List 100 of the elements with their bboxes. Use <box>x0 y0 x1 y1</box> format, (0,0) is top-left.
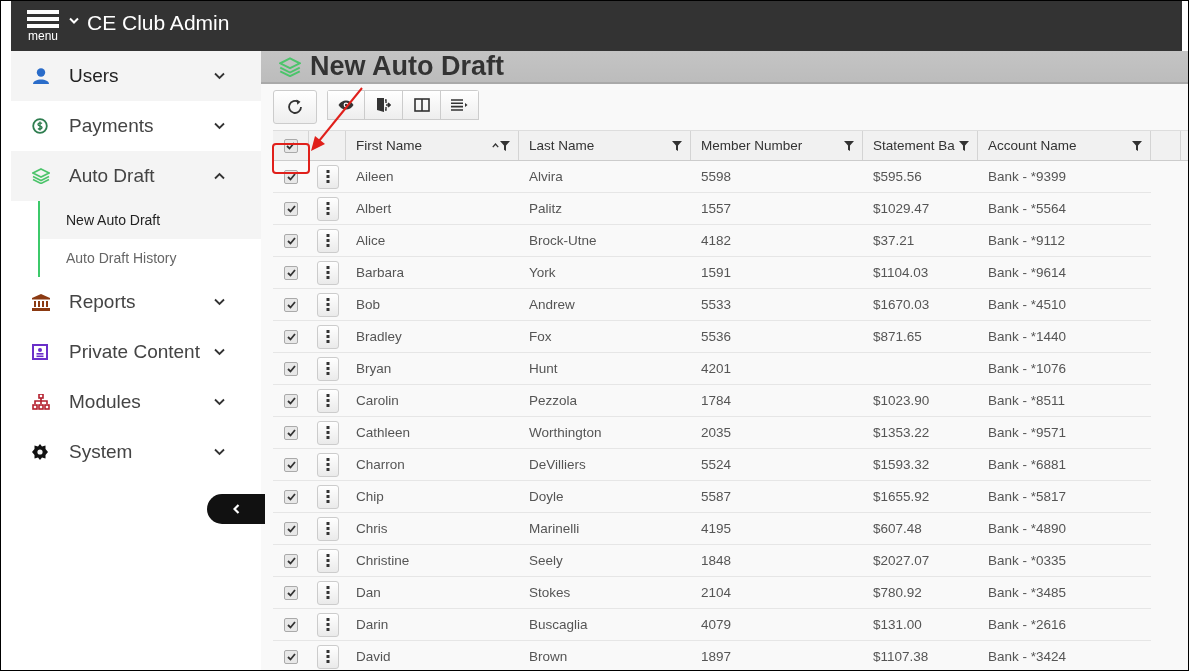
row-menu-button[interactable] <box>316 420 339 445</box>
table-cell: 1591 <box>701 265 732 280</box>
column-header[interactable]: Member Number <box>691 131 863 160</box>
table-cell: Barbara <box>356 265 405 280</box>
menu-button[interactable]: menu <box>25 10 61 42</box>
row-checkbox[interactable] <box>284 201 298 216</box>
sidebar-subitem[interactable]: New Auto Draft <box>40 201 261 239</box>
kebab-icon <box>325 234 330 247</box>
kebab-icon <box>325 426 330 439</box>
filter-icon <box>1132 140 1142 151</box>
row-checkbox[interactable] <box>284 297 298 312</box>
kebab-icon <box>325 170 330 183</box>
sidebar-item[interactable]: Private Content <box>11 327 261 377</box>
table-cell: 1784 <box>701 393 732 408</box>
row-menu-button[interactable] <box>316 612 339 637</box>
sidebar-item[interactable]: Payments <box>11 101 261 151</box>
sitemap-icon <box>32 394 50 410</box>
table-cell: Bank - *6881 <box>988 457 1067 472</box>
table-cell: Brock-Utne <box>529 233 597 248</box>
list-options-button[interactable] <box>441 90 479 120</box>
table-cell: $1023.90 <box>873 393 930 408</box>
column-header[interactable]: First Name <box>346 131 519 160</box>
filter-icon <box>500 140 510 151</box>
row-checkbox[interactable] <box>284 233 298 248</box>
table-cell: Brown <box>529 649 568 664</box>
columns-button[interactable] <box>403 90 441 120</box>
row-menu-button[interactable] <box>316 260 339 285</box>
table-cell: DeVilliers <box>529 457 586 472</box>
row-menu-button[interactable] <box>316 228 339 253</box>
sidebar-item[interactable]: System <box>11 427 261 477</box>
row-checkbox[interactable] <box>284 265 298 280</box>
row-menu-button[interactable] <box>316 356 339 381</box>
row-menu-button[interactable] <box>316 324 339 349</box>
table-cell: $780.92 <box>873 585 922 600</box>
table-cell: Dan <box>356 585 381 600</box>
row-checkbox[interactable] <box>284 649 298 664</box>
row-menu-button[interactable] <box>316 196 339 221</box>
kebab-icon <box>325 618 330 631</box>
table-cell: Hunt <box>529 361 558 376</box>
table-cell: $131.00 <box>873 617 922 632</box>
row-menu-button[interactable] <box>316 484 339 509</box>
row-checkbox[interactable] <box>284 393 298 408</box>
row-menu-button[interactable] <box>316 644 339 669</box>
column-header[interactable]: Last Name <box>519 131 691 160</box>
table-cell: Bob <box>356 297 381 312</box>
table-cell: Bank - *5564 <box>988 201 1067 216</box>
dollar-coin-icon <box>32 118 48 134</box>
kebab-icon <box>325 394 330 407</box>
refresh-button[interactable] <box>273 90 317 124</box>
table-cell: Buscaglia <box>529 617 588 632</box>
document-icon <box>32 344 48 360</box>
table-cell: Chris <box>356 521 388 536</box>
export-button[interactable] <box>365 90 403 120</box>
row-menu-button[interactable] <box>316 548 339 573</box>
row-checkbox[interactable] <box>284 585 298 600</box>
table-cell: Aileen <box>356 169 394 184</box>
row-menu-button[interactable] <box>316 516 339 541</box>
row-checkbox[interactable] <box>284 521 298 536</box>
row-checkbox[interactable] <box>284 425 298 440</box>
table-cell: Pezzola <box>529 393 578 408</box>
sidebar-subitem[interactable]: Auto Draft History <box>40 239 261 277</box>
app-title: CE Club Admin <box>87 11 230 35</box>
table-cell: $1655.92 <box>873 489 930 504</box>
table-cell: 4182 <box>701 233 732 248</box>
list-icon <box>451 99 468 111</box>
row-checkbox[interactable] <box>284 617 298 632</box>
row-menu-button[interactable] <box>316 292 339 317</box>
table-cell: Fox <box>529 329 552 344</box>
sidebar-item[interactable]: Reports <box>11 277 261 327</box>
table-cell: Albert <box>356 201 392 216</box>
collapse-sidebar-button[interactable] <box>207 494 265 524</box>
row-menu-button[interactable] <box>316 452 339 477</box>
row-checkbox[interactable] <box>284 553 298 568</box>
table-cell: York <box>529 265 556 280</box>
table-cell: $1029.47 <box>873 201 930 216</box>
table-cell: Andrew <box>529 297 575 312</box>
table-cell: Stokes <box>529 585 571 600</box>
table-cell: 2035 <box>701 425 732 440</box>
row-menu-button[interactable] <box>316 580 339 605</box>
sidebar-item[interactable]: Users <box>11 51 261 101</box>
row-menu-button[interactable] <box>316 164 339 189</box>
chevron-down-icon[interactable] <box>69 17 79 25</box>
door-exit-icon <box>376 97 391 113</box>
table-cell: 1557 <box>701 201 732 216</box>
table-cell: Bank - *9112 <box>988 233 1066 248</box>
table-cell: 5536 <box>701 329 732 344</box>
table-cell: Marinelli <box>529 521 580 536</box>
view-button[interactable] <box>327 90 365 120</box>
row-checkbox[interactable] <box>284 457 298 472</box>
column-header[interactable]: Account Name <box>978 131 1151 160</box>
column-header[interactable]: Statement Ba <box>863 131 978 160</box>
sidebar-item[interactable]: Modules <box>11 377 261 427</box>
row-checkbox[interactable] <box>284 489 298 504</box>
refresh-icon <box>286 98 304 116</box>
row-checkbox[interactable] <box>284 329 298 344</box>
row-checkbox[interactable] <box>284 361 298 376</box>
sidebar-item[interactable]: Auto Draft <box>11 151 261 201</box>
kebab-icon <box>325 202 330 215</box>
table-cell: 4195 <box>701 521 732 536</box>
row-menu-button[interactable] <box>316 388 339 413</box>
